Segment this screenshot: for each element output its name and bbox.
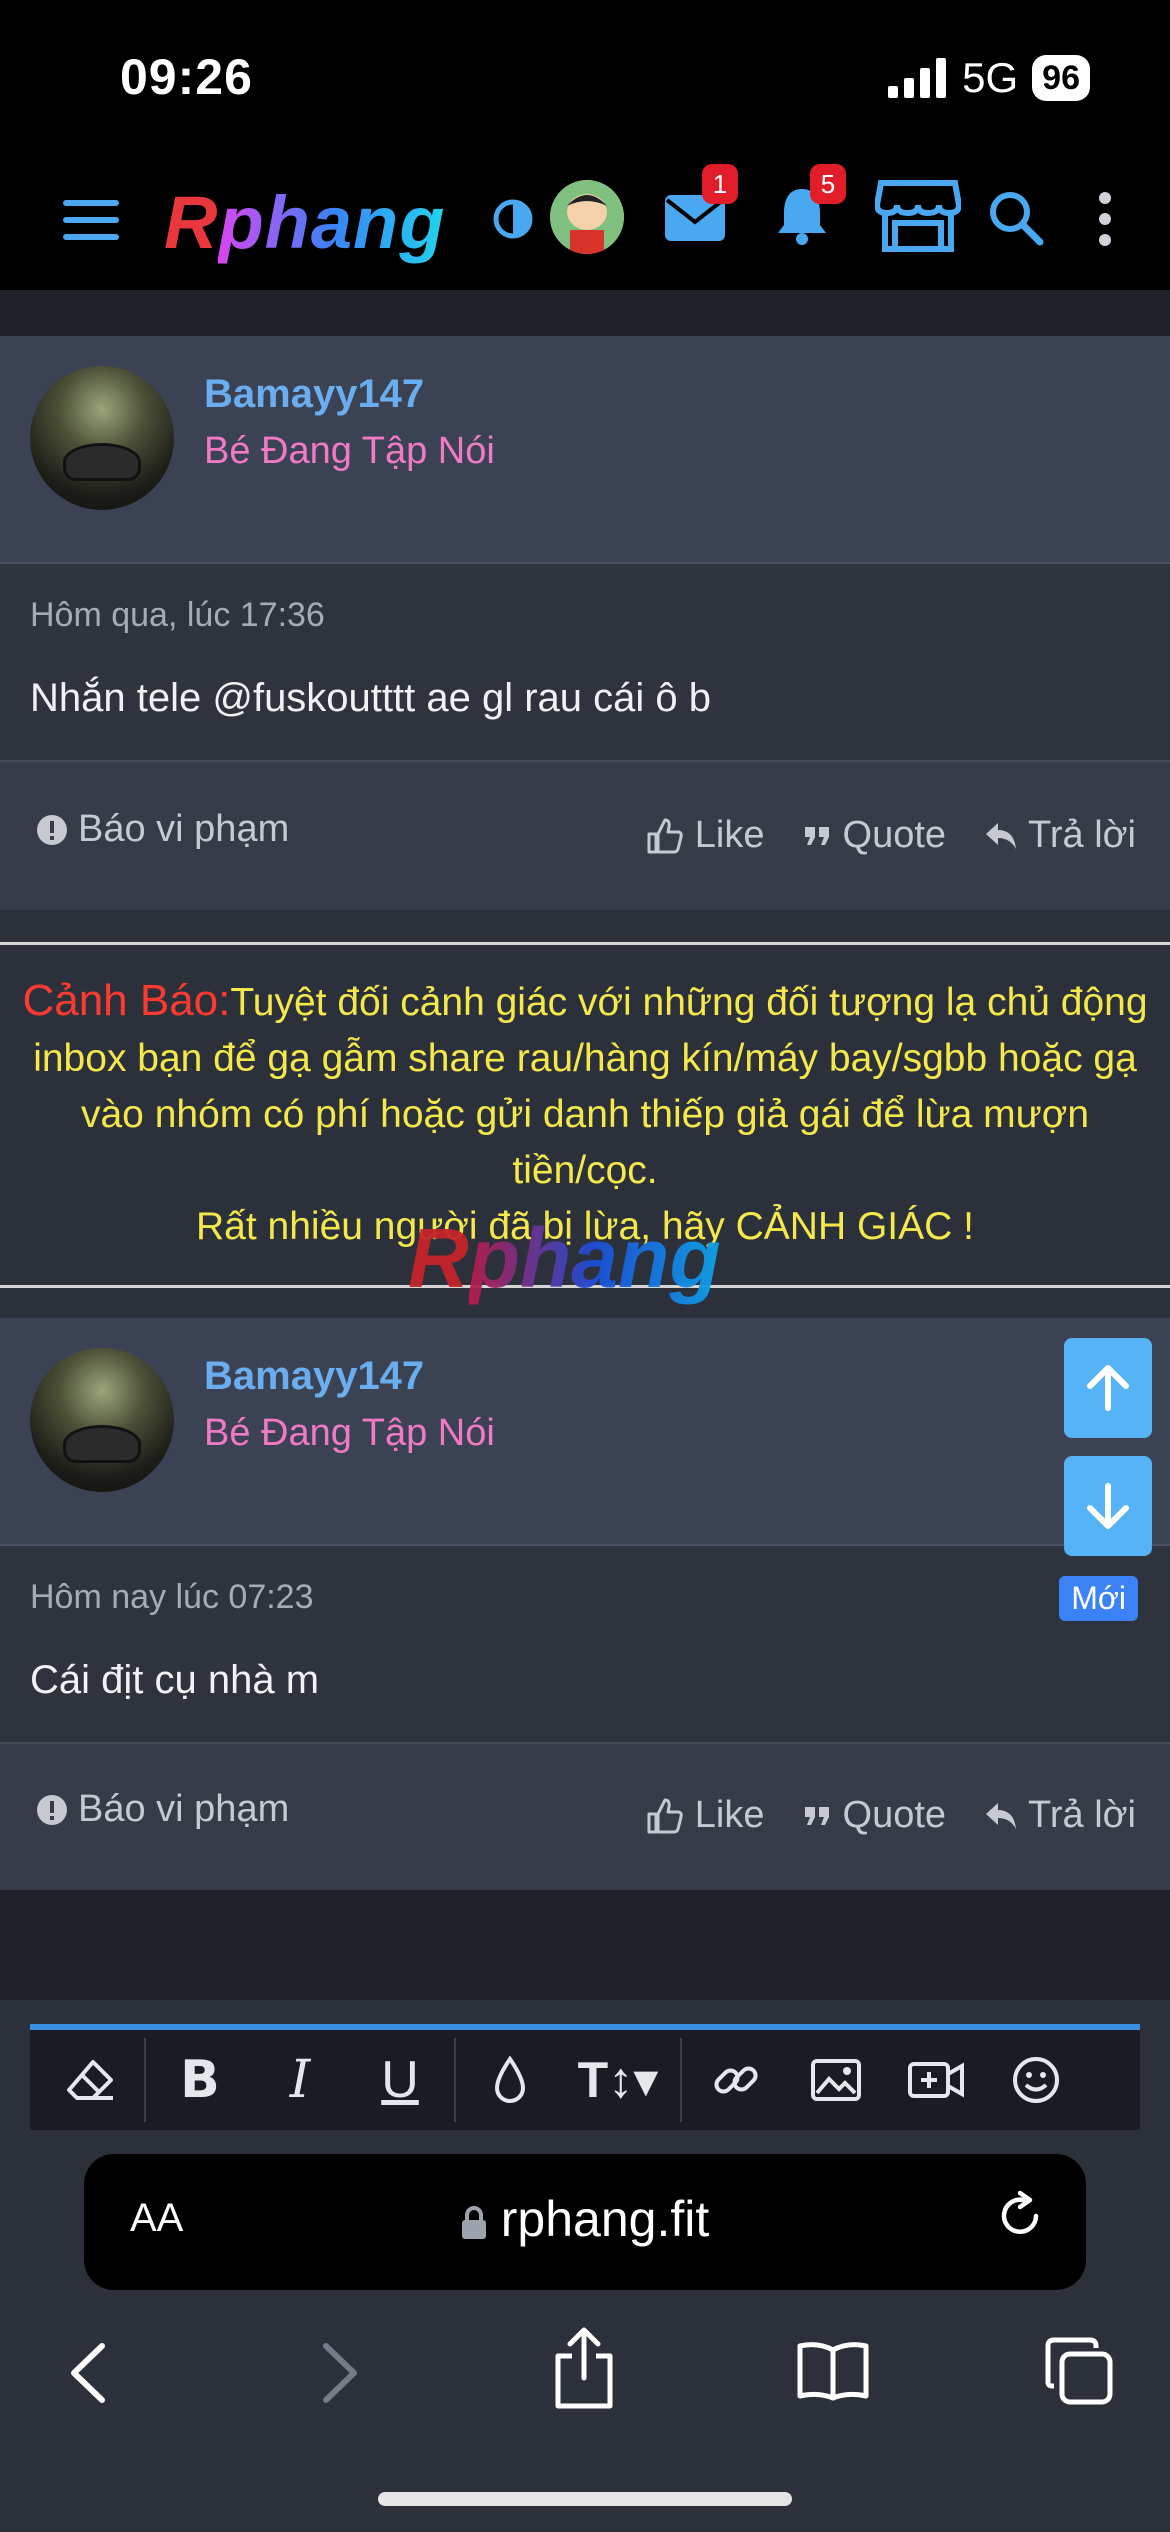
like-button[interactable]: Like	[645, 814, 765, 857]
address-bar[interactable]: AA rphang.fit	[84, 2154, 1086, 2290]
scroll-up-button[interactable]	[1064, 1338, 1152, 1438]
back-icon[interactable]	[66, 2340, 110, 2411]
post-text: Cái địt cụ nhà m	[30, 1658, 320, 1702]
toolbar-divider	[454, 2038, 456, 2122]
user-avatar[interactable]	[30, 1348, 174, 1492]
username[interactable]: Bamayy147	[204, 1354, 424, 1399]
quote-label: Quote	[842, 1794, 947, 1836]
reply-icon	[986, 1802, 1017, 1829]
post-actions: Like Quote Trả lời	[645, 1794, 1136, 1837]
home-indicator	[378, 2492, 792, 2506]
user-avatar[interactable]	[30, 366, 174, 510]
color-icon[interactable]	[460, 2035, 560, 2125]
toolbar-divider	[680, 2038, 682, 2122]
bell-badge: 5	[810, 164, 846, 204]
user-title: Bé Đang Tập Nói	[204, 430, 495, 472]
quote-button[interactable]: Quote	[803, 1794, 947, 1837]
status-time: 09:26	[120, 49, 253, 105]
report-link[interactable]: Báo vi phạm	[36, 808, 289, 851]
more-icon[interactable]	[1090, 186, 1120, 252]
url-text: rphang.fit	[500, 2191, 710, 2247]
warning-heading: Cảnh Báo:	[22, 976, 231, 1025]
logo-r: R	[164, 181, 219, 264]
link-icon[interactable]	[686, 2035, 786, 2125]
reply-icon	[986, 822, 1017, 849]
signal-icon	[888, 58, 947, 98]
quote-label: Quote	[842, 814, 947, 856]
user-title: Bé Đang Tập Nói	[204, 1412, 495, 1454]
post-time[interactable]: Hôm nay lúc 07:23	[30, 1578, 314, 1617]
header-divider	[0, 290, 1170, 336]
username[interactable]: Bamayy147	[204, 372, 424, 417]
store-icon[interactable]	[874, 178, 962, 254]
report-label: Báo vi phạm	[78, 808, 290, 850]
post-header: Bamayy147 Bé Đang Tập Nói	[0, 1318, 1170, 1546]
post-time[interactable]: Hôm qua, lúc 17:36	[30, 596, 325, 635]
emoji-icon[interactable]	[986, 2035, 1086, 2125]
status-right: 5G 96	[888, 54, 1090, 102]
thumbs-up-icon	[647, 1798, 683, 1833]
content-gap	[0, 1890, 1170, 2000]
post-text: Nhắn tele @fuskoutttt ae gl rau cái ô b	[30, 676, 711, 720]
theme-toggle-icon[interactable]	[490, 194, 536, 244]
toolbar-divider	[144, 2038, 146, 2122]
reply-label: Trả lời	[1028, 1794, 1136, 1836]
post-actions: Like Quote Trả lời	[645, 814, 1136, 857]
watermark-logo: Rphang	[408, 1210, 721, 1307]
browser-nav	[0, 2320, 1170, 2430]
italic-icon[interactable]: I	[250, 2035, 350, 2125]
post-footer: Báo vi phạm Like Quote Trả lời	[0, 1742, 1170, 1890]
watermark-rest: phang	[468, 1211, 721, 1305]
arrow-up-icon	[1087, 1365, 1129, 1411]
post-header: Bamayy147 Bé Đang Tập Nói	[0, 336, 1170, 564]
like-button[interactable]: Like	[645, 1794, 765, 1837]
network-label: 5G	[962, 54, 1019, 101]
logo-rest: phang	[218, 181, 446, 264]
reload-icon[interactable]	[996, 2190, 1046, 2251]
battery-level: 96	[1032, 55, 1090, 101]
font-size-icon[interactable]: T↕▾	[560, 2035, 676, 2125]
like-label: Like	[694, 1794, 765, 1836]
quote-button[interactable]: Quote	[803, 814, 947, 857]
warning-icon	[37, 1794, 67, 1825]
menu-icon[interactable]	[56, 190, 126, 250]
eraser-icon[interactable]	[40, 2035, 140, 2125]
underline-icon[interactable]: U	[350, 2035, 450, 2125]
avatar[interactable]	[550, 180, 624, 254]
quote-icon	[804, 826, 829, 845]
quote-icon	[804, 1806, 829, 1825]
site-logo[interactable]: Rphang	[164, 180, 445, 265]
search-icon[interactable]	[986, 186, 1046, 250]
bold-icon[interactable]: B	[150, 2035, 250, 2125]
warning-icon	[37, 814, 67, 845]
tabs-icon[interactable]	[1044, 2336, 1114, 2411]
post-footer: Báo vi phạm Like Quote Trả lời	[0, 760, 1170, 910]
watermark-r: R	[408, 1211, 469, 1305]
share-icon[interactable]	[552, 2326, 616, 2415]
url-display[interactable]: rphang.fit	[84, 2190, 1086, 2248]
reply-label: Trả lời	[1028, 814, 1136, 856]
report-label: Báo vi phạm	[78, 1788, 290, 1830]
like-label: Like	[694, 814, 765, 856]
image-icon[interactable]	[786, 2035, 886, 2125]
thumbs-up-icon	[647, 818, 683, 853]
post-body: Hôm nay lúc 07:23 Mới Cái địt cụ nhà m	[0, 1546, 1170, 1742]
app-header: Rphang 1 5	[0, 150, 1170, 290]
post-body: Hôm qua, lúc 17:36 Nhắn tele @fuskoutttt…	[0, 564, 1170, 760]
editor-toolbar: B I U T↕▾	[30, 2024, 1140, 2130]
video-icon[interactable]	[886, 2035, 986, 2125]
arrow-down-icon	[1087, 1483, 1129, 1529]
lock-icon	[461, 2205, 486, 2239]
reply-button[interactable]: Trả lời	[984, 1794, 1136, 1837]
browser-toolbar: AA rphang.fit	[0, 2130, 1170, 2532]
bookmarks-icon[interactable]	[796, 2340, 870, 2407]
forward-icon[interactable]	[318, 2340, 362, 2411]
reply-button[interactable]: Trả lời	[984, 814, 1136, 857]
mail-badge: 1	[702, 164, 738, 204]
new-badge: Mới	[1059, 1576, 1138, 1621]
status-bar: 09:26 5G 96	[0, 0, 1170, 150]
report-link[interactable]: Báo vi phạm	[36, 1788, 289, 1831]
scroll-down-button[interactable]	[1064, 1456, 1152, 1556]
